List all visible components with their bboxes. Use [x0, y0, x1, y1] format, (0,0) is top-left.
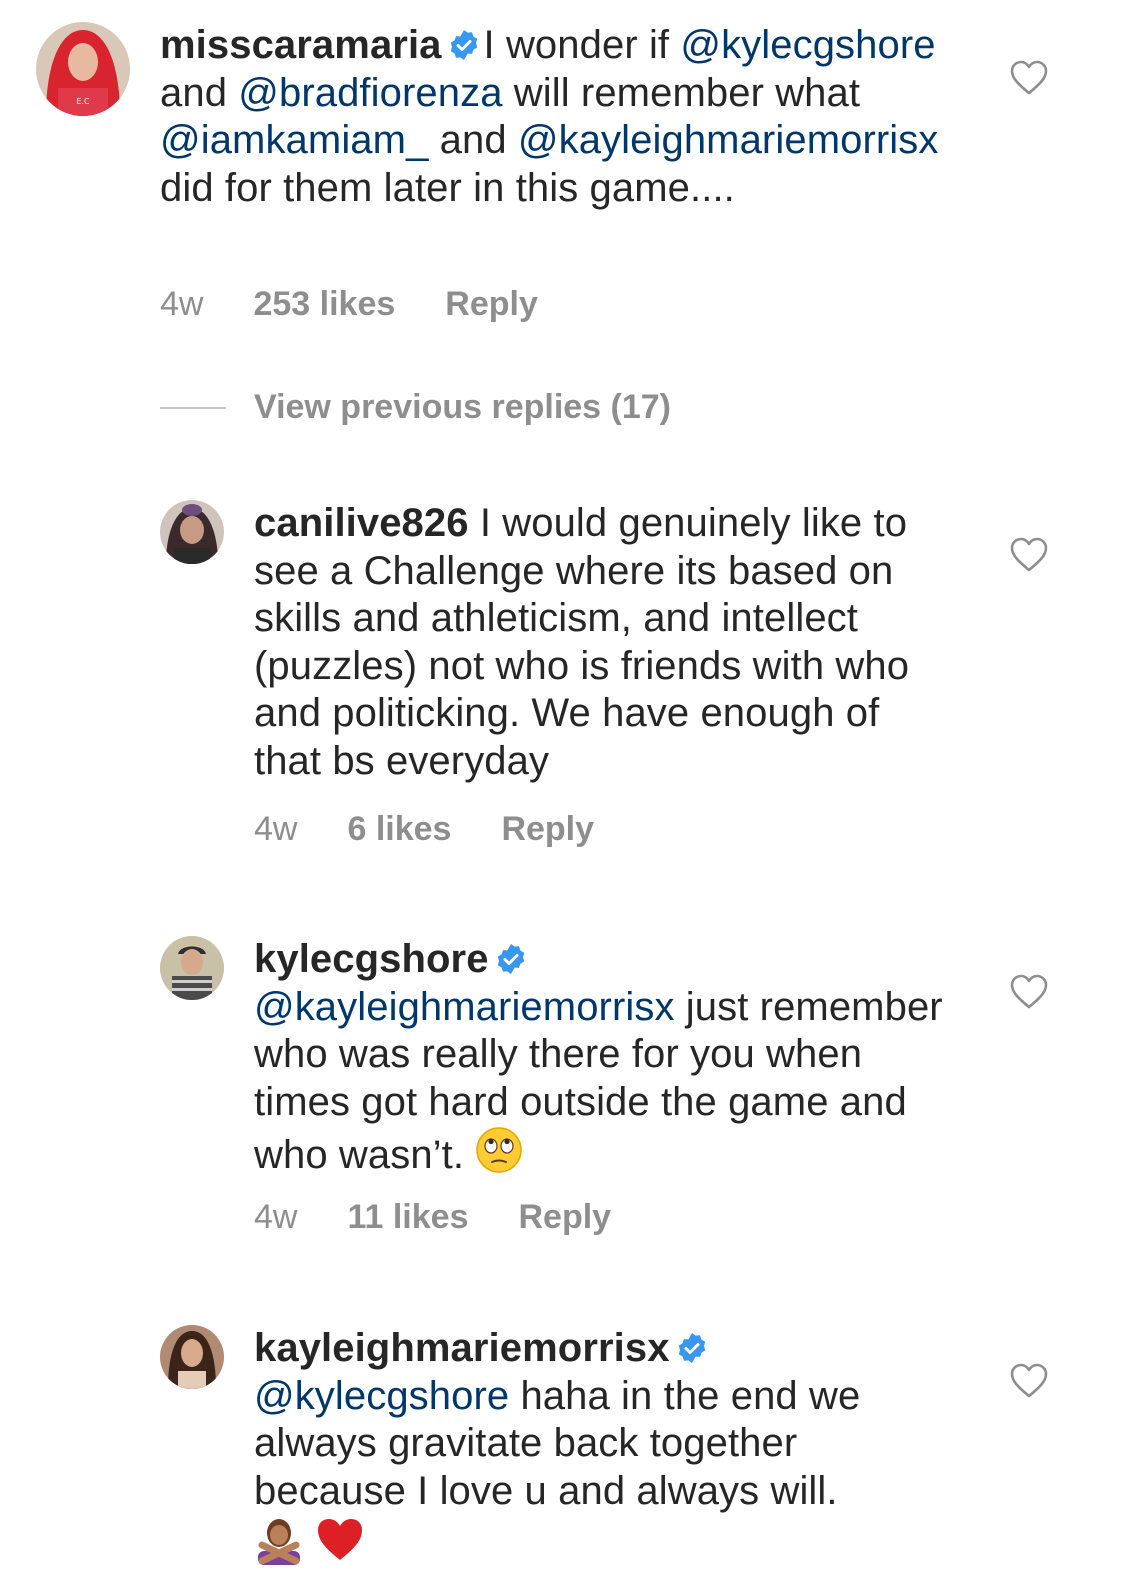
heart-icon[interactable] [1010, 60, 1048, 96]
verified-badge-icon [495, 943, 527, 975]
view-previous-replies[interactable]: View previous replies (17) [160, 388, 671, 438]
avatar-image [160, 500, 224, 564]
avatar[interactable] [160, 1325, 224, 1389]
avatar[interactable] [160, 500, 224, 564]
comment-text: kylecgshore @kayleighmariemorrisx just re… [254, 937, 943, 1177]
comment-username[interactable]: kylecgshore [254, 937, 489, 981]
mention-link[interactable]: @kayleighmariemorrisx [254, 985, 675, 1029]
avatar-image: E.C [36, 22, 130, 116]
like-count[interactable]: 6 likes [347, 810, 451, 849]
comment-text: misscaramaria I wonder if @kylecgshore an… [160, 23, 939, 210]
comment-username[interactable]: kayleighmariemorrisx [254, 1326, 670, 1370]
mention-link[interactable]: @bradfiorenza [238, 71, 502, 115]
view-previous-replies-label[interactable]: View previous replies (17) [254, 388, 671, 426]
comment-age: 4w [160, 285, 204, 323]
avatar[interactable] [160, 936, 224, 1000]
avatar[interactable]: E.C [36, 22, 130, 116]
mention-link[interactable]: @kylecgshore [254, 1374, 509, 1418]
reply-button[interactable]: Reply [445, 285, 538, 324]
verified-badge-icon [448, 29, 480, 61]
comment-meta: 4w 6 likes Reply [254, 810, 594, 849]
svg-text:E.C: E.C [76, 97, 90, 106]
mention-link[interactable]: @kayleighmariemorrisx [518, 118, 939, 162]
comment-meta: 4w 253 likes Reply [160, 285, 538, 324]
comment-username[interactable]: misscaramaria [160, 23, 442, 67]
person-gesturing-no-icon [254, 1515, 304, 1565]
comment-age: 4w [254, 810, 298, 848]
mention-link[interactable]: @iamkamiam_ [160, 118, 428, 162]
avatar-image [160, 936, 224, 1000]
mention-link[interactable]: @kylecgshore [680, 23, 935, 67]
comment-age: 4w [254, 1198, 298, 1236]
like-count[interactable]: 253 likes [253, 285, 395, 324]
reply-button[interactable]: Reply [501, 810, 594, 849]
red-heart-icon [315, 1515, 365, 1565]
like-count[interactable]: 11 likes [347, 1198, 468, 1237]
comment-text: kayleighmariemorrisx @kylecgshore haha in… [254, 1325, 954, 1571]
comment-text: canilive826 I would genuinely like to se… [254, 501, 910, 783]
comment-username[interactable]: canilive826 [254, 501, 469, 545]
heart-icon[interactable] [1010, 974, 1048, 1010]
avatar-image [160, 1325, 224, 1389]
comment-meta: 4w 11 likes Reply [254, 1198, 611, 1237]
face-with-rolling-eyes-icon [475, 1126, 523, 1174]
verified-badge-icon [676, 1332, 708, 1364]
divider-line [160, 406, 226, 409]
heart-icon[interactable] [1010, 537, 1048, 573]
reply-button[interactable]: Reply [518, 1198, 611, 1237]
heart-icon[interactable] [1010, 1363, 1048, 1399]
